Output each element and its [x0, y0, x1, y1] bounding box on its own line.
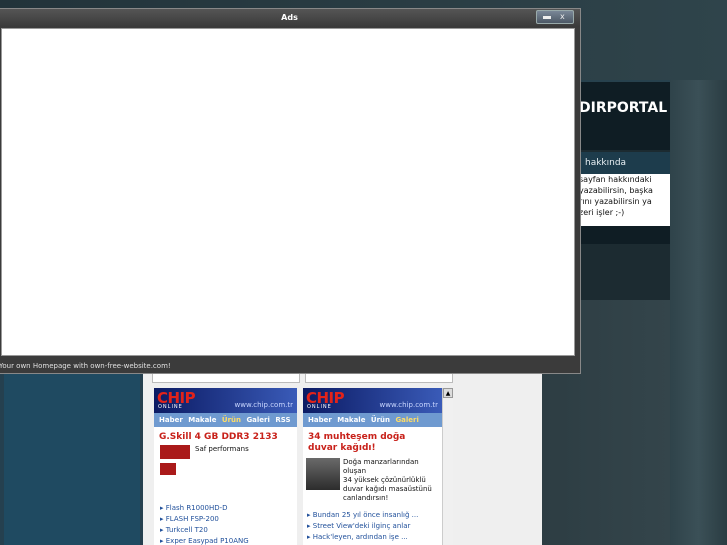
landscape-thumbnail[interactable]	[306, 458, 340, 490]
chip-logo-bar[interactable]: CHIP ONLINE www.chip.com.tr	[154, 388, 297, 413]
chip-online-label: ONLINE	[158, 404, 183, 410]
portal-title: DIRPORTAL	[579, 100, 668, 116]
chip-link[interactable]: ▸ Hack'leyen, ardından işe ...	[303, 532, 442, 543]
about-heading-bar: hakkında	[577, 152, 670, 174]
widget-stub-right	[305, 374, 453, 383]
chip-link[interactable]: ▸ Street View'deki ilginç anlar	[303, 521, 442, 532]
chip-online-label: ONLINE	[307, 404, 332, 410]
ads-window-title[interactable]: Ads	[0, 9, 580, 27]
ads-content[interactable]	[1, 28, 575, 356]
ram-thumbnail-small[interactable]	[160, 463, 176, 475]
chip-nav: Haber Makale Ürün Galeri RSS	[154, 413, 297, 427]
about-footer	[577, 226, 670, 244]
chip-link[interactable]: ▸ FLASH FSP-200	[154, 514, 297, 525]
chip-nav-haber[interactable]: Haber	[308, 416, 332, 424]
ads-window: Ads x Your own Homepage with own-free-we…	[0, 8, 581, 374]
scrollbar[interactable]: ▲	[442, 388, 453, 545]
widget-stub-left	[152, 374, 300, 383]
chip-nav-rss[interactable]: RSS	[275, 416, 290, 424]
about-line: rını yazabilirsin ya	[579, 197, 652, 206]
chip-nav: Haber Makale Ürün Galeri RSS	[303, 413, 442, 438]
chip-widget-left: CHIP ONLINE www.chip.com.tr Haber Makale…	[154, 388, 297, 545]
scroll-up-arrow-icon[interactable]: ▲	[443, 388, 453, 398]
chip-desc: Doğa manzarlarından oluşan 34 yüksek çöz…	[343, 458, 432, 502]
chip-headline[interactable]: 34 muhteşem doğa duvar kağıdı!	[303, 427, 442, 454]
chip-link[interactable]: ▸ Bundan 25 yıl önce insanlığ ...	[303, 510, 442, 521]
left-column-panel	[4, 374, 140, 545]
chip-link[interactable]: ▸ Exper Easypad P10ANG	[154, 536, 297, 545]
about-line: zeri işler ;-)	[579, 208, 625, 217]
chip-link[interactable]: ▸ Turkcell T20	[154, 525, 297, 536]
chip-url[interactable]: www.chip.com.tr	[380, 401, 438, 409]
chip-url[interactable]: www.chip.com.tr	[235, 401, 293, 409]
chip-nav-urun[interactable]: Ürün	[222, 416, 241, 424]
chip-link[interactable]: ▸ Flash R1000HD-D	[154, 503, 297, 514]
ram-thumbnail[interactable]	[160, 445, 190, 459]
about-heading: hakkında	[585, 158, 627, 168]
about-line: sayfan hakkındaki	[579, 175, 652, 184]
about-text: sayfan hakkındaki yazabilirsin, başka rı…	[577, 174, 670, 226]
chip-nav-galeri[interactable]: Galeri	[246, 416, 269, 424]
chip-headline[interactable]: G.Skill 4 GB DDR3 2133	[154, 427, 297, 443]
chip-desc: Saf performans	[195, 445, 249, 453]
left-column	[0, 374, 143, 545]
chip-widget-right: CHIP ONLINE www.chip.com.tr Haber Makale…	[303, 388, 442, 545]
chip-nav-makale[interactable]: Makale	[188, 416, 216, 424]
about-line: yazabilirsin, başka	[579, 186, 653, 195]
close-icon[interactable]: x	[560, 11, 565, 22]
ads-footer-link[interactable]: Your own Homepage with own-free-website.…	[0, 362, 171, 370]
chip-nav-makale[interactable]: Makale	[337, 416, 365, 424]
chip-nav-galeri[interactable]: Galeri	[395, 416, 418, 424]
window-controls[interactable]: x	[536, 10, 574, 24]
chip-nav-urun[interactable]: Ürün	[371, 416, 390, 424]
chip-logo-bar[interactable]: CHIP ONLINE www.chip.com.tr	[303, 388, 442, 413]
minimize-icon[interactable]	[543, 16, 551, 19]
chip-nav-haber[interactable]: Haber	[159, 416, 183, 424]
page-right-margin	[670, 80, 727, 545]
